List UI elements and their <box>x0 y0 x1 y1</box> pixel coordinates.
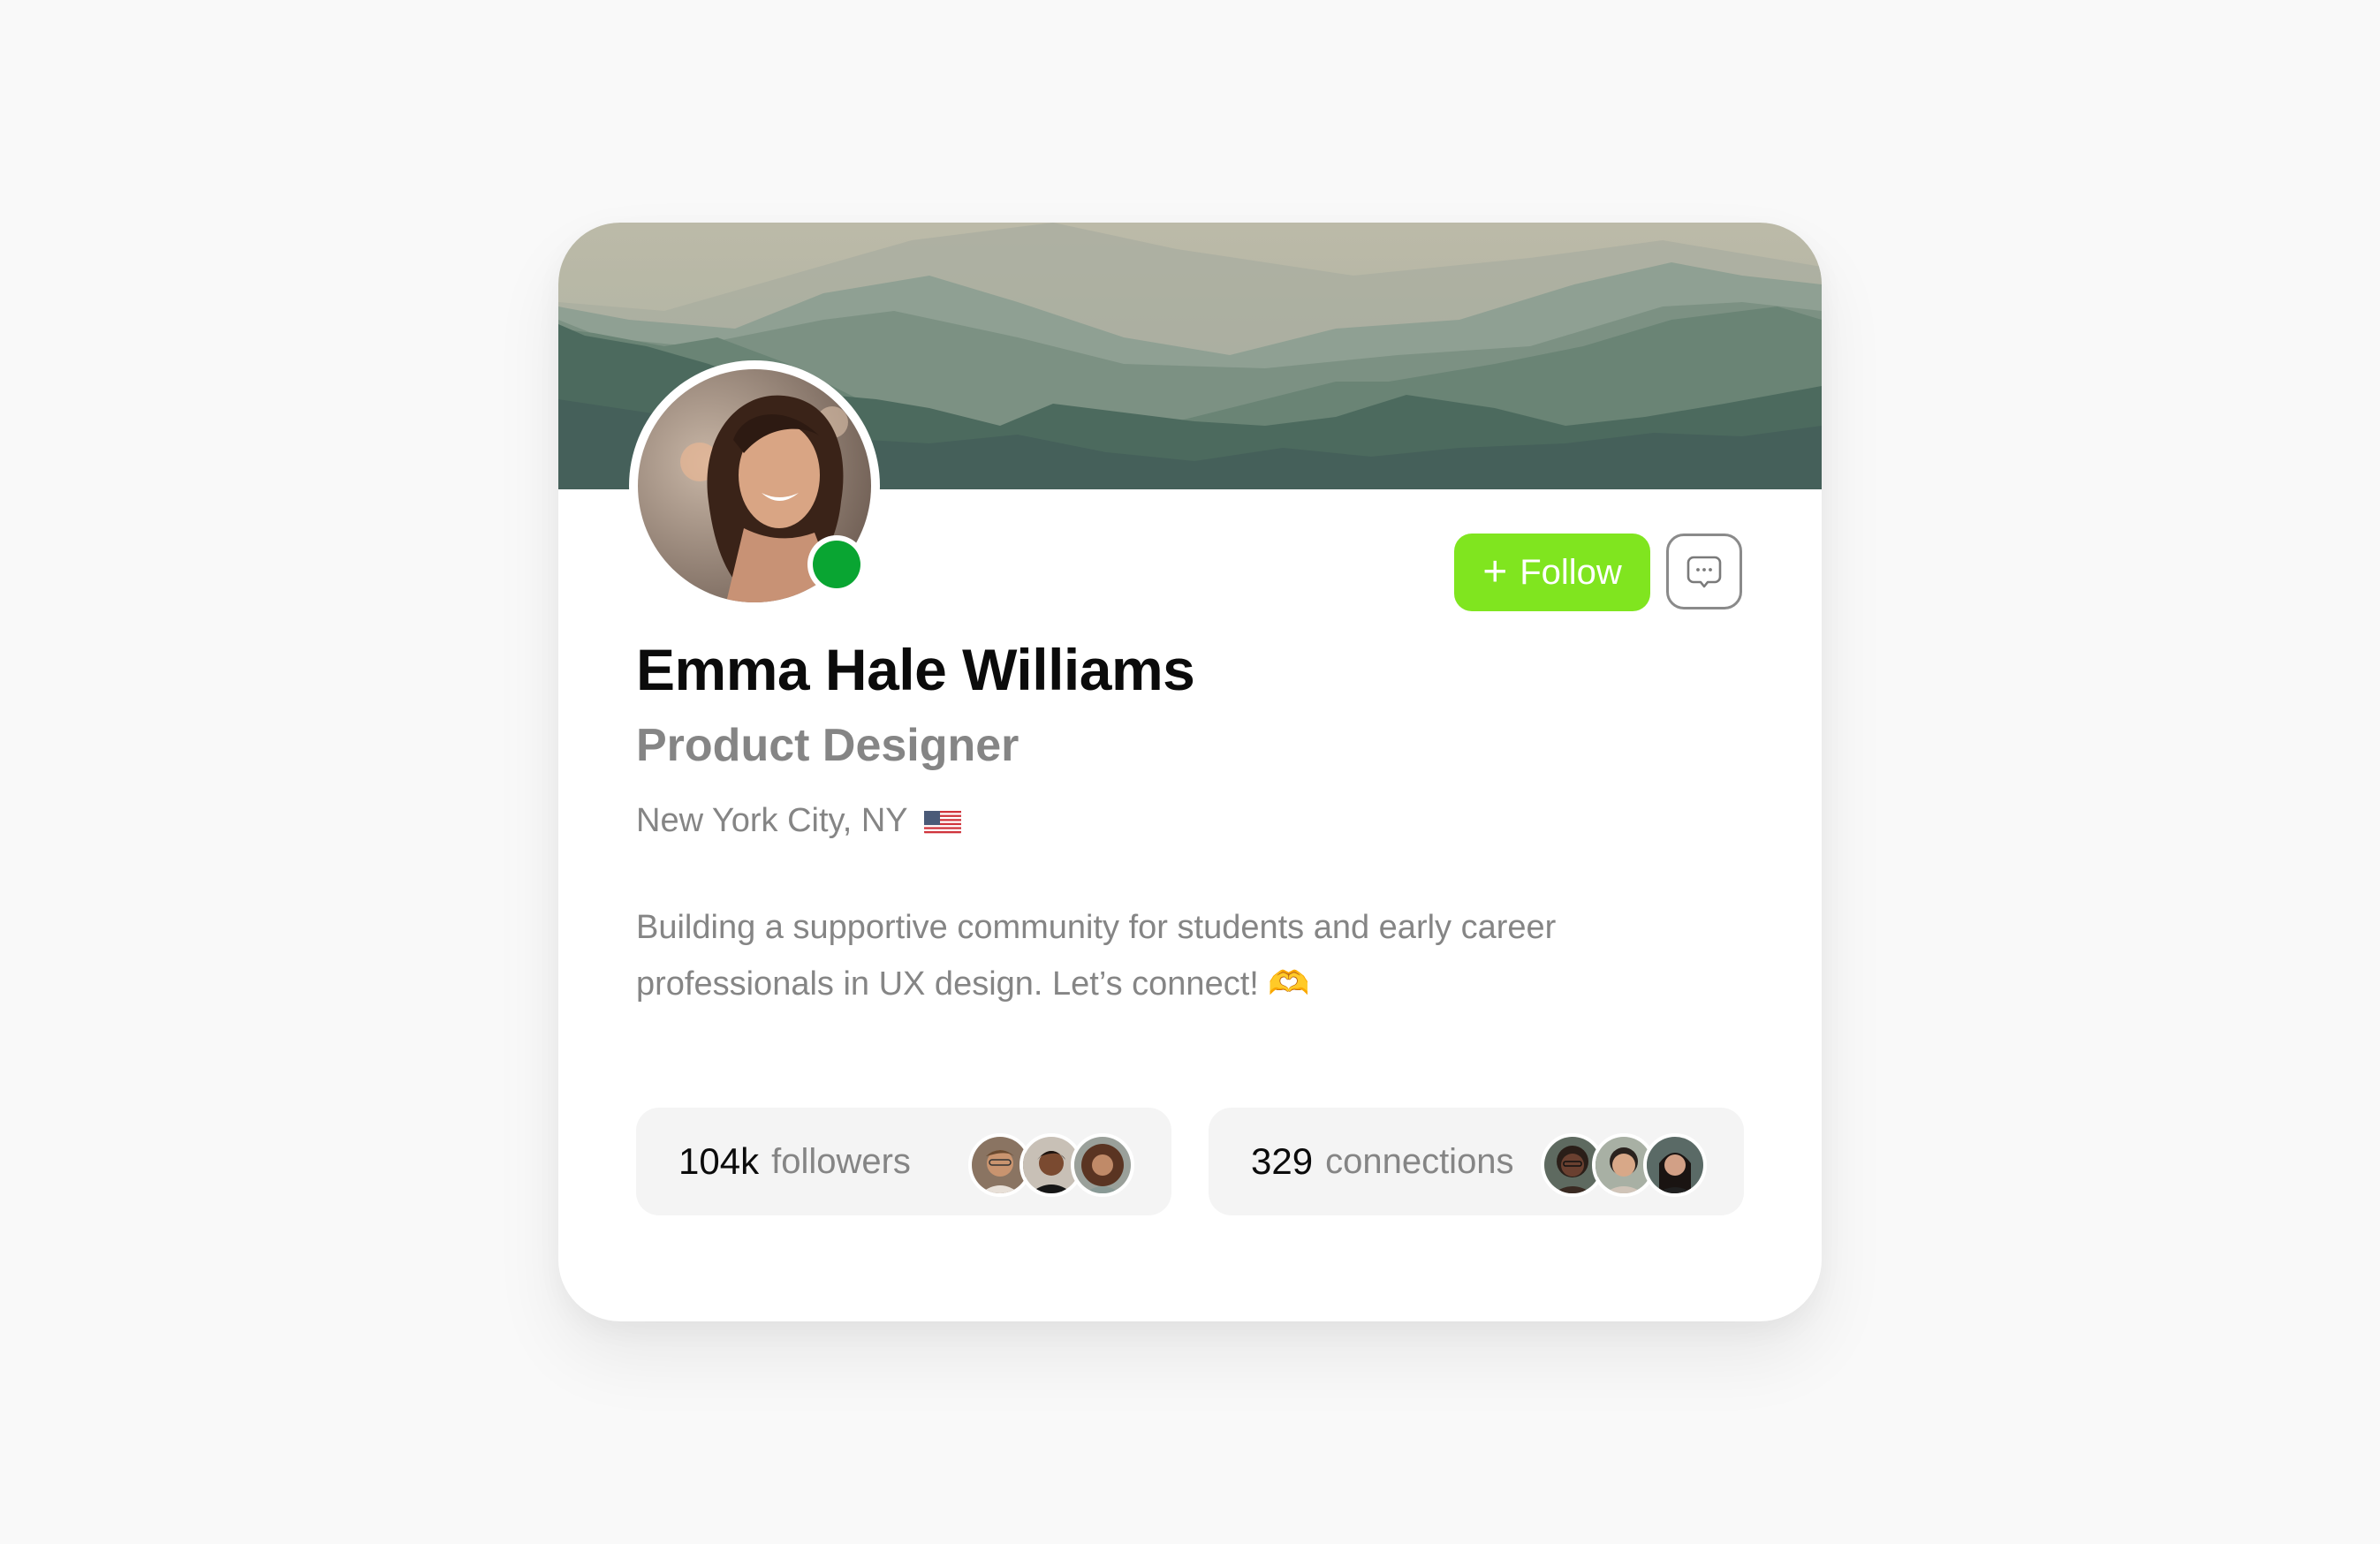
connection-avatar <box>1643 1133 1707 1197</box>
profile-name: Emma Hale Williams <box>636 637 1195 702</box>
connections-stat[interactable]: 329 connections <box>1209 1108 1744 1215</box>
connections-avatar-stack <box>1541 1133 1707 1197</box>
chat-bubble-icon <box>1686 556 1722 588</box>
follower-avatar <box>1071 1133 1134 1197</box>
connections-count: 329 <box>1251 1140 1314 1182</box>
profile-role: Product Designer <box>636 720 1019 771</box>
profile-location: New York City, NY <box>636 802 961 840</box>
follow-button[interactable]: + Follow <box>1454 534 1650 611</box>
profile-bio: Building a supportive community for stud… <box>636 909 1557 1003</box>
us-flag-icon <box>923 808 961 835</box>
location-text: New York City, NY <box>636 802 908 839</box>
followers-count: 104k <box>678 1140 760 1182</box>
message-button[interactable] <box>1666 534 1742 609</box>
plus-icon: + <box>1482 549 1508 595</box>
profile-card: + Follow Emma Hale Williams Product Desi… <box>558 223 1822 1321</box>
connections-label: connections <box>1325 1141 1514 1181</box>
followers-avatar-stack <box>968 1133 1134 1197</box>
online-status-indicator <box>807 535 866 594</box>
follow-button-label: Follow <box>1520 552 1622 592</box>
followers-label: followers <box>771 1141 911 1181</box>
followers-stat[interactable]: 104k followers <box>636 1108 1171 1215</box>
